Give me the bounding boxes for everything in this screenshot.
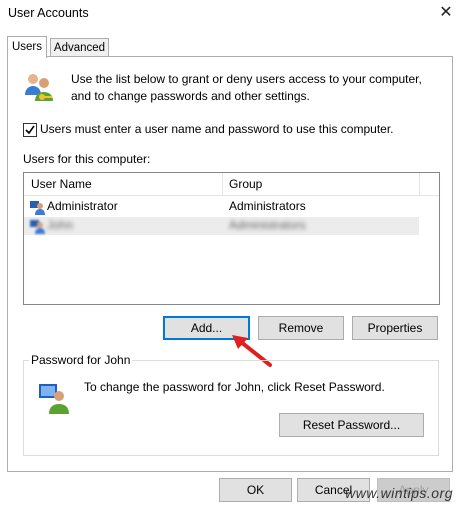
ok-button[interactable]: OK <box>219 478 292 502</box>
password-groupbox <box>23 360 439 456</box>
row-username: Administrator <box>47 199 118 213</box>
close-icon: ✕ <box>439 4 453 21</box>
password-instructions: To change the password for John, click R… <box>84 380 385 394</box>
watermark: www.wintips.org <box>345 485 453 501</box>
intro-line-1: Use the list below to grant or deny user… <box>71 72 422 86</box>
list-header: User Name Group <box>24 173 439 196</box>
users-group-icon <box>22 70 56 104</box>
column-header-username[interactable]: User Name <box>31 177 92 191</box>
tab-users[interactable]: Users <box>7 36 47 58</box>
table-row[interactable]: John Administrators <box>24 217 419 235</box>
checkmark-icon <box>25 125 35 135</box>
require-login-label[interactable]: Users must enter a user name and passwor… <box>40 120 394 138</box>
row-group: Administrators <box>229 199 306 213</box>
users-list[interactable]: User Name Group Administrator Administra… <box>23 172 440 305</box>
users-list-label: Users for this computer: <box>23 152 151 166</box>
tab-advanced[interactable]: Advanced <box>50 38 109 57</box>
window-title: User Accounts <box>8 6 89 20</box>
require-login-checkbox[interactable] <box>23 123 37 137</box>
reset-password-button[interactable]: Reset Password... <box>279 413 424 437</box>
table-row[interactable]: Administrator Administrators <box>24 198 439 216</box>
row-group: Administrators <box>229 218 306 232</box>
properties-button[interactable]: Properties <box>352 316 438 340</box>
intro-line-2: and to change passwords and other settin… <box>71 89 310 103</box>
user-computer-icon <box>37 381 71 415</box>
row-username: John <box>47 218 74 232</box>
column-header-group[interactable]: Group <box>229 177 262 191</box>
user-icon <box>30 220 45 234</box>
password-group-title: Password for John <box>29 353 133 367</box>
close-button[interactable]: ✕ <box>436 2 456 24</box>
user-icon <box>30 201 45 215</box>
